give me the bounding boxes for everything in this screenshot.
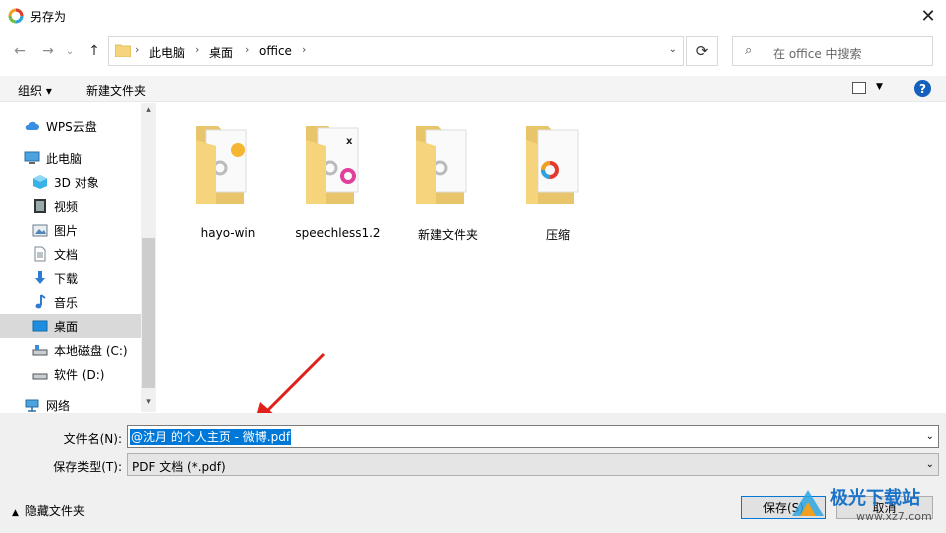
scroll-down-icon[interactable]: ▾ <box>141 397 156 411</box>
sidebar-item-downloads[interactable]: 下载 <box>0 266 141 290</box>
folder-item[interactable]: x speechless1.2 <box>288 120 388 240</box>
cloud-icon <box>24 118 40 134</box>
desktop-icon <box>32 318 48 334</box>
sidebar-scrollbar-thumb[interactable] <box>142 238 155 388</box>
picture-icon <box>32 222 48 238</box>
new-folder-button[interactable]: 新建文件夹 <box>86 82 146 99</box>
sidebar-item-music[interactable]: 音乐 <box>0 290 141 314</box>
folder-icon <box>115 44 131 57</box>
sidebar-item-label: 下载 <box>54 271 79 286</box>
navigation-pane: WPS云盘 此电脑 3D 对象 视频 图片 文档 下载 音乐 桌面 本地磁盘 (… <box>0 103 156 413</box>
breadcrumb-separator: › <box>135 43 140 56</box>
sidebar-item-label: 本地磁盘 (C:) <box>54 343 128 358</box>
svg-text:x: x <box>346 136 353 147</box>
filetype-select[interactable]: PDF 文档 (*.pdf) ⌄ <box>127 453 939 476</box>
search-icon: ⌕ <box>745 43 753 58</box>
address-dropdown-icon[interactable]: ⌄ <box>669 44 677 55</box>
view-options-icon[interactable] <box>852 82 866 94</box>
folder-icon <box>416 126 467 204</box>
address-bar[interactable]: › 此电脑 › 桌面 › office › ⌄ <box>108 36 684 66</box>
filetype-value: PDF 文档 (*.pdf) <box>132 460 226 474</box>
sidebar-item-desktop[interactable]: 桌面 <box>0 314 141 338</box>
sidebar-item-wps-cloud[interactable]: WPS云盘 <box>0 114 141 138</box>
breadcrumb-desktop[interactable]: 桌面 <box>209 44 233 61</box>
search-input[interactable]: ⌕ 在 office 中搜索 <box>732 36 933 66</box>
watermark-icon <box>792 490 824 516</box>
filename-field[interactable]: @沈月 的个人主页 - 微博.pdf ⌄ <box>127 425 939 448</box>
breadcrumb-office[interactable]: office <box>259 44 292 58</box>
sidebar-item-label: 图片 <box>54 223 79 238</box>
sidebar-item-label: 桌面 <box>54 319 79 334</box>
folder-item[interactable]: hayo-win <box>178 120 278 240</box>
watermark-logo: 极光下载站 www.xz7.com <box>784 480 946 533</box>
watermark-url: www.xz7.com <box>856 510 932 523</box>
folder-item[interactable]: 压缩 <box>508 120 608 242</box>
drive-icon <box>32 342 48 358</box>
up-button[interactable]: ↑ <box>84 41 104 61</box>
title-bar <box>0 0 946 32</box>
view-dropdown-icon[interactable]: ▼ <box>876 82 883 92</box>
sidebar-item-3d-objects[interactable]: 3D 对象 <box>0 170 141 194</box>
close-button[interactable]: ✕ <box>910 0 946 32</box>
scroll-up-icon[interactable]: ▴ <box>141 105 156 119</box>
sidebar-item-label: WPS云盘 <box>46 119 97 134</box>
filename-value[interactable]: @沈月 的个人主页 - 微博.pdf <box>130 429 292 445</box>
network-icon <box>24 397 40 413</box>
video-icon <box>32 198 48 214</box>
music-icon <box>32 294 48 310</box>
sidebar-item-documents[interactable]: 文档 <box>0 242 141 266</box>
search-placeholder: 在 office 中搜索 <box>773 47 862 61</box>
folder-icon: x <box>306 126 359 204</box>
breadcrumb-this-pc[interactable]: 此电脑 <box>149 44 185 61</box>
toolbar: 组织 ▾ 新建文件夹 ▼ ? <box>0 76 946 102</box>
cube-icon <box>32 174 48 190</box>
sidebar-item-label: 文档 <box>54 247 79 262</box>
folder-label: 压缩 <box>545 228 570 242</box>
chevron-down-icon[interactable]: ⌄ <box>926 431 934 442</box>
sidebar-item-this-pc[interactable]: 此电脑 <box>0 146 141 170</box>
refresh-button[interactable]: ⟳ <box>686 36 718 66</box>
computer-icon <box>24 150 40 166</box>
window-title: 另存为 <box>30 10 67 24</box>
folder-label: hayo-win <box>200 226 256 240</box>
sidebar-item-label: 软件 (D:) <box>54 367 105 382</box>
sidebar-item-pictures[interactable]: 图片 <box>0 218 141 242</box>
hide-folders-label: 隐藏文件夹 <box>24 504 85 518</box>
filename-label: 文件名(N): <box>63 432 122 446</box>
help-icon[interactable]: ? <box>914 80 931 97</box>
breadcrumb-separator: › <box>195 43 200 56</box>
folder-label: 新建文件夹 <box>417 228 478 242</box>
sidebar-item-videos[interactable]: 视频 <box>0 194 141 218</box>
hide-folders-toggle[interactable]: ▲ 隐藏文件夹 <box>12 502 85 519</box>
folder-icon <box>526 126 579 204</box>
sidebar-item-label: 3D 对象 <box>54 175 99 190</box>
folder-item[interactable]: 新建文件夹 <box>398 120 498 242</box>
sidebar-item-label: 视频 <box>54 199 79 214</box>
breadcrumb-separator: › <box>245 43 250 56</box>
chevron-down-icon[interactable]: ⌄ <box>926 459 934 470</box>
document-icon <box>32 246 48 262</box>
forward-button[interactable]: → <box>38 41 58 61</box>
download-icon <box>32 270 48 286</box>
watermark-text: 极光下载站 <box>830 488 920 509</box>
sidebar-item-label: 音乐 <box>54 295 79 310</box>
back-button[interactable]: ← <box>10 41 30 61</box>
folder-icon <box>196 126 247 204</box>
sidebar-item-label: 网络 <box>46 398 71 413</box>
sidebar-item-label: 此电脑 <box>46 151 83 166</box>
recent-locations-button[interactable]: ⌄ <box>60 41 80 61</box>
filetype-label: 保存类型(T): <box>53 460 122 474</box>
drive-icon <box>32 366 48 382</box>
sidebar-item-drive-c[interactable]: 本地磁盘 (C:) <box>0 338 141 362</box>
chevron-up-icon: ▲ <box>12 508 19 518</box>
organize-menu[interactable]: 组织 ▾ <box>18 82 52 99</box>
folder-label: speechless1.2 <box>295 226 381 240</box>
app-icon <box>8 8 24 24</box>
breadcrumb-separator: › <box>302 43 307 56</box>
sidebar-item-drive-d[interactable]: 软件 (D:) <box>0 362 141 386</box>
